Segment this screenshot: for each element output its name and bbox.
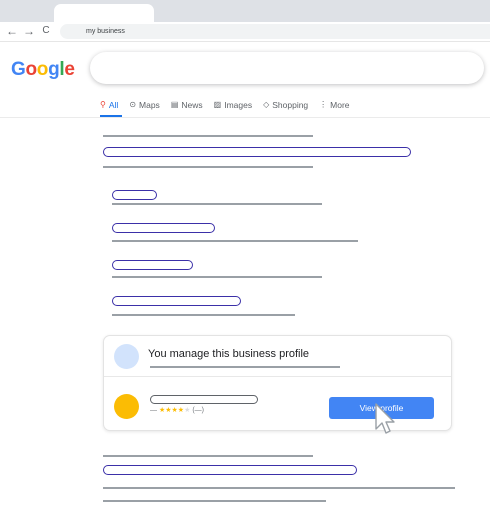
result-url-line	[103, 135, 313, 137]
tab-label: All	[108, 100, 119, 110]
business-rating: — ★★★★★ (—)	[150, 406, 204, 416]
tab-label: News	[181, 100, 203, 110]
tab-maps[interactable]: ⊙ Maps	[129, 99, 160, 111]
star-empty-icon: ★	[184, 407, 191, 414]
browser-tab-strip	[0, 0, 490, 22]
tab-images[interactable]: ▨ Images	[214, 99, 252, 111]
sitelink-3[interactable]	[112, 260, 193, 270]
browser-toolbar: ← → C my business	[0, 22, 490, 42]
logo-letter: g	[48, 59, 60, 80]
result-snippet-line	[103, 166, 313, 168]
tab-news[interactable]: ▤ News	[171, 99, 203, 111]
sitelink-4[interactable]	[112, 296, 241, 306]
map-pin-icon: ⊙	[129, 100, 137, 109]
result-url-line	[103, 455, 313, 457]
forward-icon[interactable]: →	[22, 23, 36, 39]
rating-stars: ★★★★★	[159, 407, 192, 414]
mouse-pointer-icon	[375, 403, 395, 434]
header-divider	[0, 117, 490, 118]
tab-label: Images	[224, 100, 253, 110]
tab-all[interactable]: ⚲ All	[100, 99, 118, 111]
business-name-placeholder	[150, 395, 258, 404]
logo-letter: o	[36, 59, 49, 80]
card-subtitle-line	[150, 366, 340, 368]
tab-more[interactable]: ⋮ More	[319, 99, 349, 111]
search-icon: ⚲	[100, 100, 106, 109]
logo-letter: o	[25, 59, 37, 80]
images-icon: ▨	[213, 100, 222, 109]
back-icon[interactable]: ←	[5, 23, 19, 39]
logo-letter: e	[64, 59, 75, 80]
tab-label: Maps	[139, 100, 160, 110]
sitelink-1-snippet	[112, 203, 322, 205]
result-snippet-line	[103, 487, 455, 489]
result-snippet-line	[103, 500, 326, 502]
business-profile-card: You manage this business profile — ★★★★★…	[103, 335, 452, 431]
card-divider	[104, 376, 451, 377]
tab-shopping[interactable]: ◇ Shopping	[263, 99, 308, 111]
logo-letter: G	[11, 59, 26, 80]
address-bar[interactable]: my business	[60, 24, 490, 39]
browser-tab[interactable]	[54, 4, 154, 22]
more-icon: ⋮	[319, 100, 328, 109]
sitelink-2[interactable]	[112, 223, 215, 233]
news-icon: ▤	[170, 100, 179, 109]
profile-avatar	[114, 344, 139, 369]
card-title: You manage this business profile	[148, 348, 310, 360]
google-logo[interactable]: Google	[11, 59, 75, 81]
result-title-link[interactable]	[103, 465, 357, 475]
rating-prefix: —	[150, 407, 157, 414]
search-tabs: ⚲ All ⊙ Maps ▤ News ▨ Images ◇ Shopping ⋮ More	[100, 98, 361, 112]
sitelink-4-snippet	[112, 314, 295, 316]
sitelink-1[interactable]	[112, 190, 157, 200]
address-text: my business	[86, 28, 125, 35]
sitelink-2-snippet	[112, 240, 358, 242]
reload-icon[interactable]: C	[39, 23, 53, 39]
tab-label: More	[330, 100, 350, 110]
search-input[interactable]	[90, 52, 484, 84]
business-avatar	[114, 394, 139, 419]
sitelink-3-snippet	[112, 276, 322, 278]
tag-icon: ◇	[263, 100, 270, 109]
review-count: (—)	[192, 407, 204, 414]
tab-label: Shopping	[272, 100, 309, 110]
result-title-link[interactable]	[103, 147, 411, 157]
